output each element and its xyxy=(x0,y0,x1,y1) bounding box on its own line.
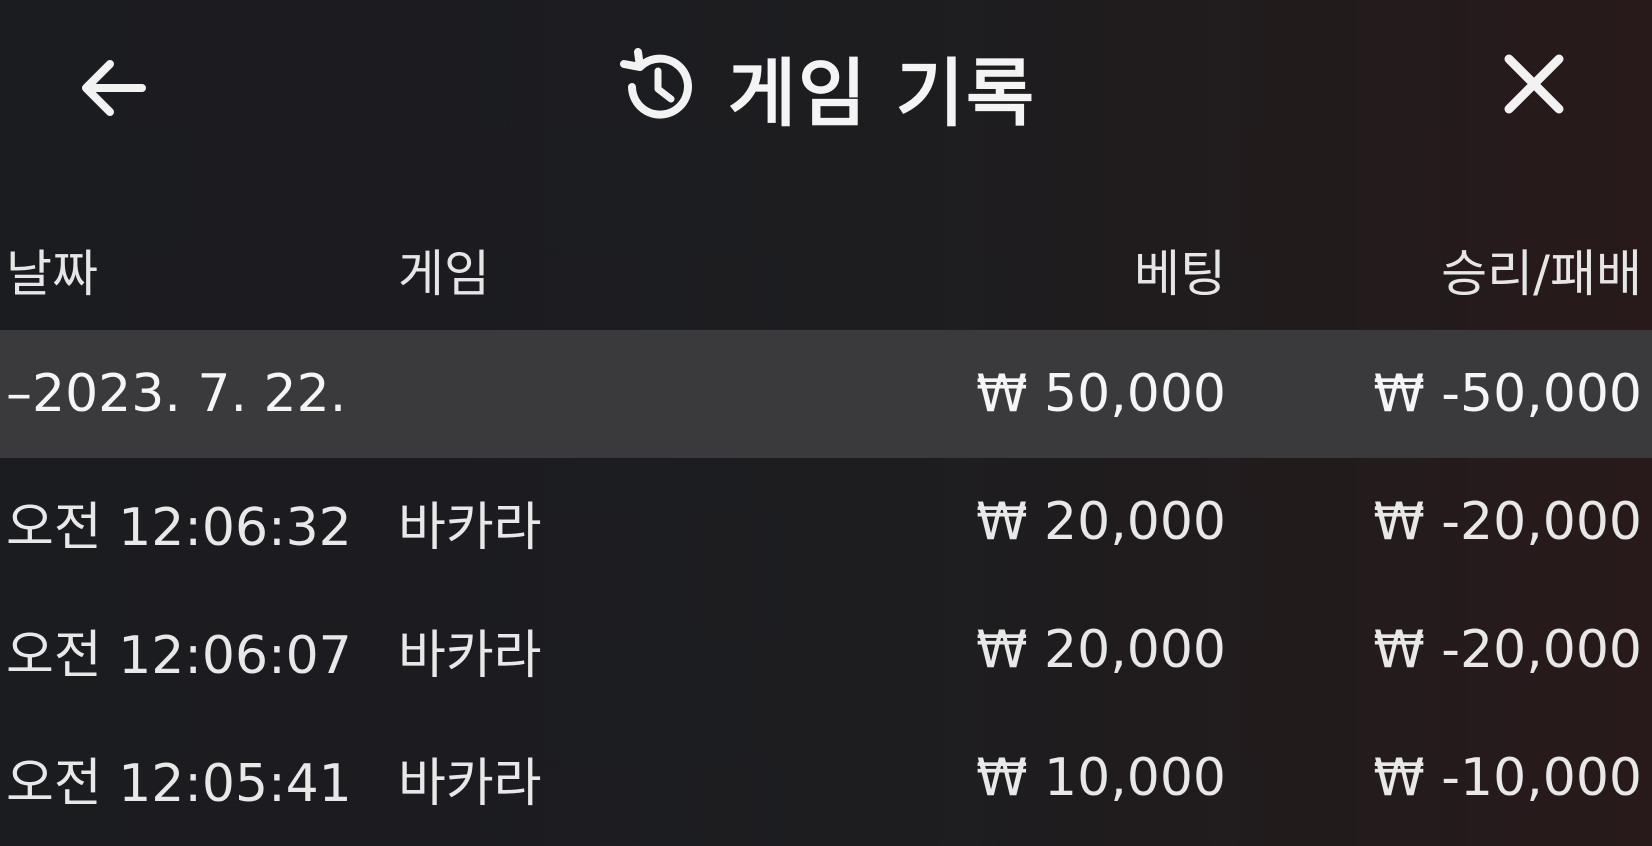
table-row[interactable]: 오전 12:06:07 바카라 ₩ 20,000 ₩ -20,000 xyxy=(0,586,1652,714)
table-row[interactable]: 오전 12:05:41 바카라 ₩ 10,000 ₩ -10,000 xyxy=(0,714,1652,842)
title-group: 게임 기록 xyxy=(0,32,1652,142)
row-bet: ₩ 10,000 xyxy=(976,748,1226,808)
group-result-total: ₩ -50,000 xyxy=(1373,364,1642,424)
row-game: 바카라 xyxy=(398,753,542,814)
close-button[interactable] xyxy=(1494,44,1574,124)
column-header-bet: 베팅 xyxy=(1134,245,1226,303)
row-time: 오전 12:05:41 xyxy=(6,753,352,814)
column-header-date: 날짜 xyxy=(6,245,98,303)
row-game: 바카라 xyxy=(398,497,542,558)
date-group-row[interactable]: –2023. 7. 22. ₩ 50,000 ₩ -50,000 xyxy=(0,330,1652,458)
column-header-game: 게임 xyxy=(398,245,490,303)
history-icon xyxy=(616,46,698,128)
table-header: 날짜 게임 베팅 승리/패배 xyxy=(0,218,1652,330)
history-table: 날짜 게임 베팅 승리/패배 –2023. 7. 22. ₩ 50,000 ₩ … xyxy=(0,218,1652,842)
group-date: –2023. 7. 22. xyxy=(6,364,347,424)
column-header-result: 승리/패배 xyxy=(1441,245,1642,303)
row-result: ₩ -10,000 xyxy=(1373,748,1642,808)
row-result: ₩ -20,000 xyxy=(1373,620,1642,680)
row-result: ₩ -20,000 xyxy=(1373,492,1642,552)
header-bar: 게임 기록 xyxy=(0,0,1652,170)
row-bet: ₩ 20,000 xyxy=(976,492,1226,552)
row-bet: ₩ 20,000 xyxy=(976,620,1226,680)
table-row[interactable]: 오전 12:06:32 바카라 ₩ 20,000 ₩ -20,000 xyxy=(0,458,1652,586)
group-bet-total: ₩ 50,000 xyxy=(976,364,1226,424)
row-game: 바카라 xyxy=(398,625,542,686)
page-title: 게임 기록 xyxy=(727,50,1037,137)
close-icon xyxy=(1504,54,1564,114)
row-time: 오전 12:06:07 xyxy=(6,625,352,686)
row-time: 오전 12:06:32 xyxy=(6,497,352,558)
